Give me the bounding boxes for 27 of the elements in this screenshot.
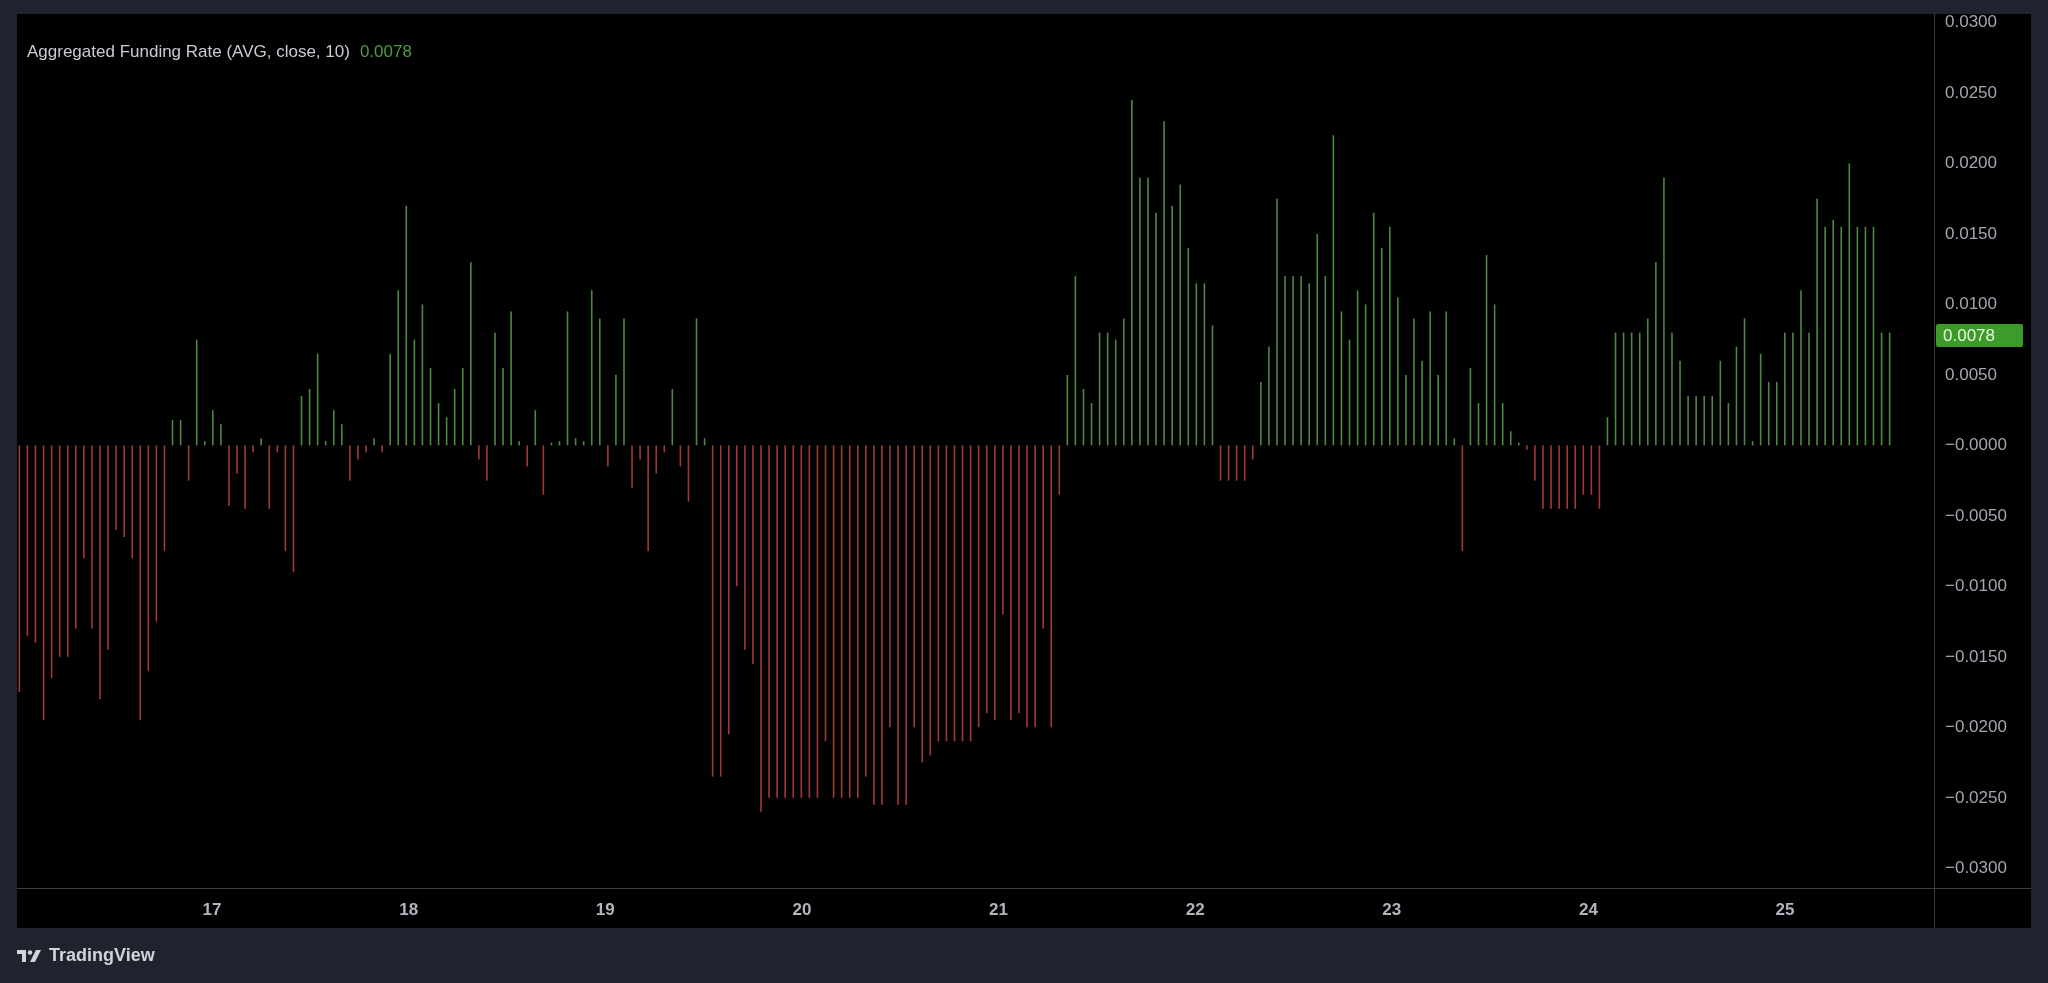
x-axis-label: 20: [792, 900, 812, 919]
y-axis-label: −0.0300: [1945, 858, 2007, 878]
x-axis-label: 22: [1185, 900, 1205, 919]
y-axis-label: 0.0200: [1945, 153, 1997, 173]
indicator-title: Aggregated Funding Rate (AVG, close, 10): [27, 42, 350, 62]
x-axis-label: 24: [1578, 900, 1598, 919]
y-axis-label: −0.0250: [1945, 787, 2007, 807]
y-axis-label: −0.0000: [1945, 435, 2007, 455]
tradingview-logo-icon: [17, 947, 43, 964]
x-axis-label: 18: [399, 900, 419, 919]
x-axis-label: 19: [595, 900, 615, 919]
y-axis-label: 0.0100: [1945, 294, 1997, 314]
y-axis-label: 0.0300: [1945, 14, 1997, 32]
y-axis-label: −0.0200: [1945, 717, 2007, 737]
y-axis-label: 0.0150: [1945, 223, 1997, 243]
y-axis-label: −0.0100: [1945, 576, 2007, 596]
price-tag: 0.0078: [1936, 324, 2023, 348]
x-axis-label: 23: [1382, 900, 1402, 919]
indicator-value: 0.0078: [359, 42, 412, 62]
x-axis-label: 25: [1775, 900, 1795, 919]
y-axis-label: 0.0050: [1945, 364, 1997, 384]
x-axis-label: 21: [989, 900, 1008, 919]
x-axis-label: 17: [202, 900, 222, 919]
y-axis-label: −0.0150: [1945, 646, 2007, 666]
y-axis-label: 0.0250: [1945, 82, 1997, 102]
tradingview-brand: TradingView: [49, 945, 155, 966]
y-axis-label: −0.0050: [1945, 505, 2007, 525]
